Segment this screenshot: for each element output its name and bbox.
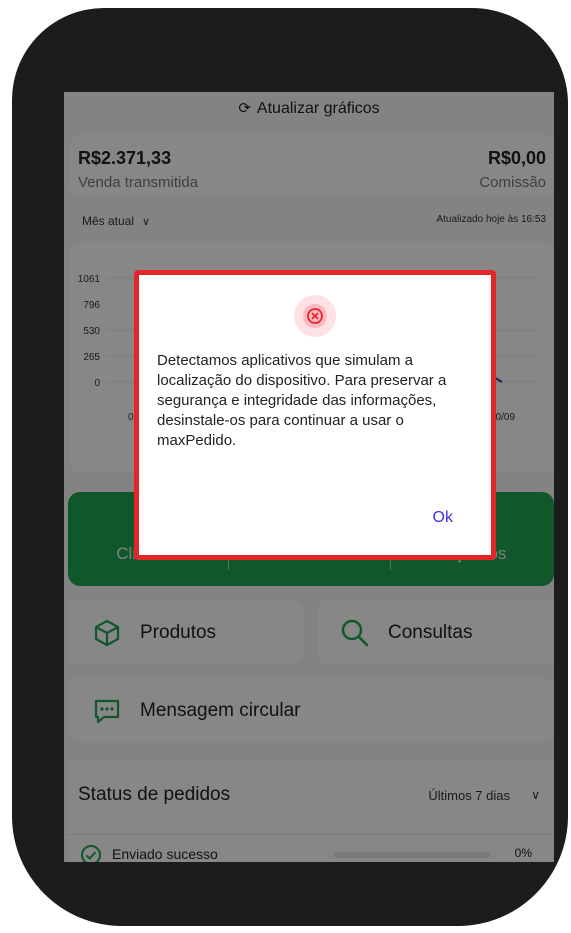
dialog-message: Detectamos aplicativos que simulam a loc… [157,352,447,449]
location-warning-dialog: Detectamos aplicativos que simulam a loc… [134,270,496,560]
ok-button[interactable]: Ok [433,509,453,527]
app-screen: ⟳ Atualizar gráficos R$2.371,33 Venda tra… [64,92,554,862]
phone-frame: ⟳ Atualizar gráficos R$2.371,33 Venda tra… [12,8,568,926]
error-icon [294,295,336,337]
